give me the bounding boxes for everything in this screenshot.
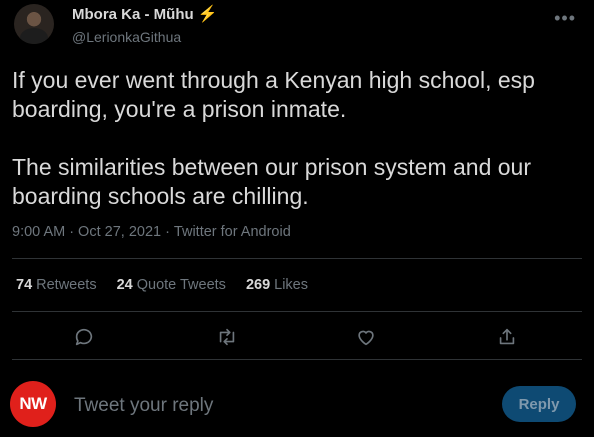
meta-separator: · <box>69 224 75 240</box>
reply-input[interactable] <box>74 392 454 420</box>
meta-separator: · <box>165 224 170 240</box>
more-options-icon[interactable]: ••• <box>554 8 576 29</box>
retweets-stat[interactable]: 74 Retweets <box>16 277 97 293</box>
user-avatar[interactable]: NW <box>10 381 56 427</box>
divider <box>12 311 582 312</box>
divider <box>12 258 582 259</box>
tweet-actions <box>0 318 594 356</box>
divider <box>12 359 582 360</box>
like-icon[interactable] <box>353 324 379 350</box>
quote-tweets-label: Quote Tweets <box>136 277 226 293</box>
reply-button[interactable]: Reply <box>502 386 576 422</box>
reply-icon[interactable] <box>71 324 97 350</box>
tweet-stats: 74 Retweets 24 Quote Tweets 269 Likes <box>16 277 308 293</box>
quote-tweets-count: 24 <box>116 277 133 293</box>
likes-count: 269 <box>245 277 271 293</box>
tweet-time[interactable]: 9:00 AM <box>12 224 65 240</box>
retweet-icon[interactable] <box>214 324 240 350</box>
retweets-label: Retweets <box>36 277 97 293</box>
lightning-bolt-icon: ⚡ <box>197 5 218 23</box>
tweet-meta: 9:00 AM · Oct 27, 2021 · Twitter for And… <box>12 224 291 240</box>
share-icon[interactable] <box>494 324 520 350</box>
author-display-name[interactable]: Mbora Ka - Mũhu <box>72 6 194 23</box>
tweet-text: If you ever went through a Kenyan high s… <box>12 67 535 209</box>
author-avatar[interactable] <box>14 4 54 44</box>
retweets-count: 74 <box>16 277 33 293</box>
tweet-source[interactable]: Twitter for Android <box>174 224 291 240</box>
tweet-date[interactable]: Oct 27, 2021 <box>78 224 161 240</box>
likes-stat[interactable]: 269 Likes <box>246 277 308 293</box>
author-handle[interactable]: @LerionkaGithua <box>72 29 181 45</box>
author-name-row: Mbora Ka - Mũhu ⚡ <box>72 6 218 23</box>
likes-label: Likes <box>274 277 308 293</box>
quote-tweets-stat[interactable]: 24 Quote Tweets <box>117 277 226 293</box>
